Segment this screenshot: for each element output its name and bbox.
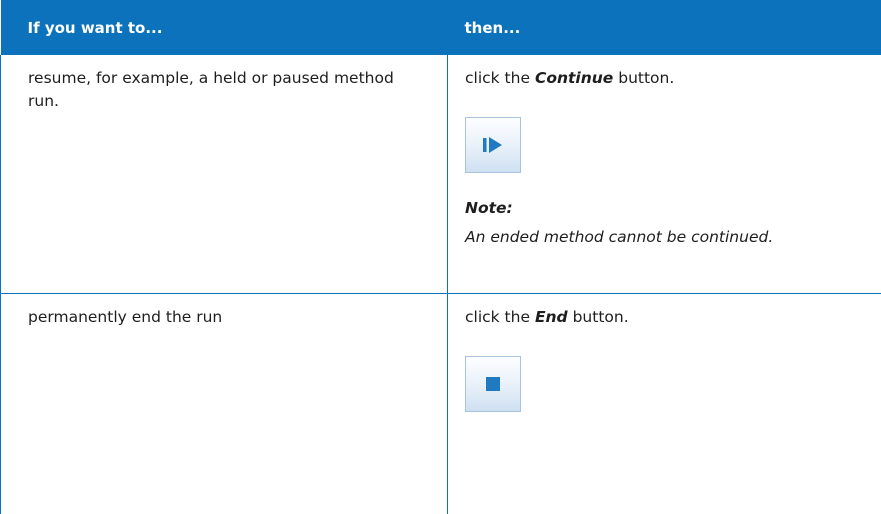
table-header-row: If you want to... then... (0, 0, 881, 55)
note-title: Note: (465, 199, 513, 217)
table-row: permanently end the run click the End bu… (0, 293, 881, 514)
end-button[interactable] (465, 356, 521, 412)
instruction-table: If you want to... then... resume, for ex… (0, 0, 881, 514)
instruction-prefix: click the (465, 69, 535, 87)
note-text: An ended method cannot be continued. (465, 228, 774, 246)
header-if-you-want-to: If you want to... (0, 0, 448, 55)
continue-button[interactable] (465, 117, 521, 173)
instruction-suffix: button. (613, 69, 675, 87)
header-then: then... (447, 0, 881, 55)
table-row: resume, for example, a held or paused me… (0, 55, 881, 294)
instruction-text: click the Continue button. (465, 67, 871, 90)
continue-button-name: Continue (534, 69, 614, 87)
instruction-prefix: click the (465, 308, 535, 326)
document-page: If you want to... then... resume, for ex… (0, 0, 881, 514)
then-cell-end: click the End button. (447, 293, 881, 514)
instruction-suffix: button. (567, 308, 629, 326)
then-cell-continue: click the Continue button. Note: An ende… (447, 55, 881, 294)
want-cell-end: permanently end the run (0, 293, 448, 514)
continue-icon (483, 137, 502, 153)
end-icon (486, 377, 500, 391)
want-cell-resume: resume, for example, a held or paused me… (0, 55, 448, 294)
end-button-name: End (534, 308, 568, 326)
instruction-text: click the End button. (465, 306, 871, 329)
